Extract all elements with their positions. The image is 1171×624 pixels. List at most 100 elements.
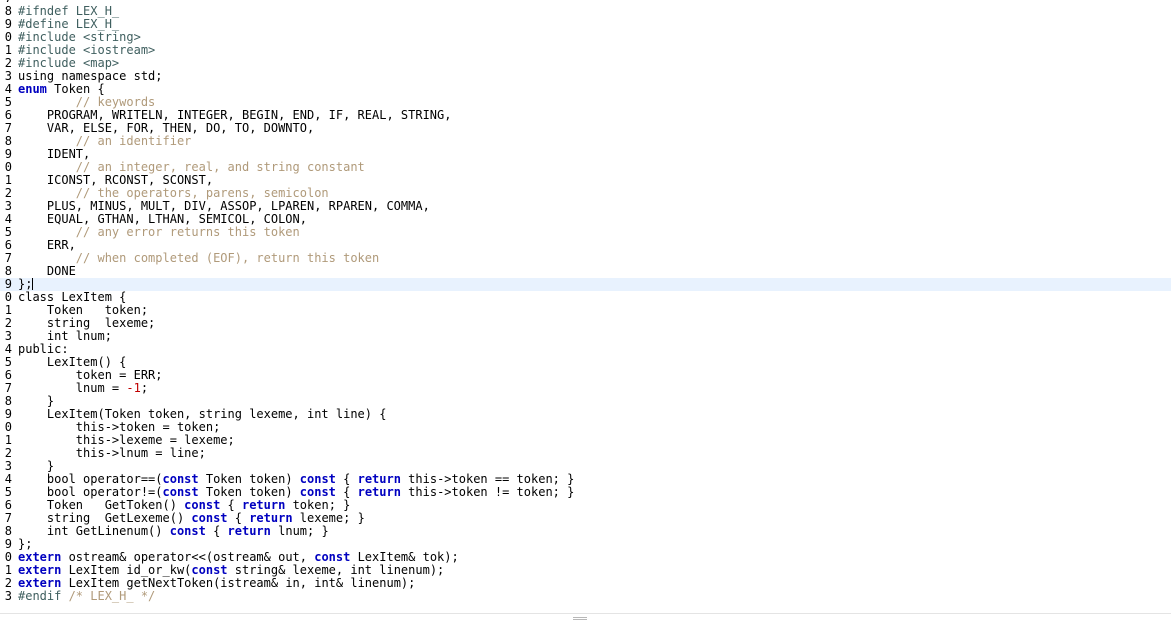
- code-line[interactable]: 5 LexItem() {: [0, 356, 1171, 369]
- preprocessor-token: #include <iostream>: [18, 43, 156, 57]
- keyword-token: return: [357, 472, 401, 486]
- keyword-token: const: [191, 563, 228, 577]
- preprocessor-token: #include <map>: [18, 56, 120, 70]
- code-line[interactable]: 0 class LexItem {: [0, 291, 1171, 304]
- comment-token: // an integer, real, and string constant: [75, 160, 365, 174]
- code-line[interactable]: 2 #include <map>: [0, 57, 1171, 70]
- code-token: bool operator==(: [18, 472, 163, 486]
- code-token: string lexeme;: [18, 316, 156, 330]
- code-token: PLUS, MINUS, MULT, DIV, ASSOP, LPAREN, R…: [18, 199, 430, 213]
- code-token: this->lexeme = lexeme;: [18, 433, 235, 447]
- line-number: 0: [4, 551, 12, 564]
- line-number: 2: [4, 447, 12, 460]
- code-line[interactable]: 2 string lexeme;: [0, 317, 1171, 330]
- code-line[interactable]: 8 // an identifier: [0, 135, 1171, 148]
- keyword-token: const: [184, 498, 221, 512]
- line-number: 4: [4, 473, 12, 486]
- code-line[interactable]: 8 int GetLinenum() const { return lnum; …: [0, 525, 1171, 538]
- keyword-token: extern: [18, 576, 62, 590]
- line-number: 5: [4, 226, 12, 239]
- comment-token: // when completed (EOF), return this tok…: [75, 251, 380, 265]
- keyword-token: const: [169, 524, 206, 538]
- code-line[interactable]: 7 lnum = -1;: [0, 382, 1171, 395]
- code-token: lnum; }: [270, 524, 329, 538]
- code-line[interactable]: 3 #endif /* LEX_H_ */: [0, 590, 1171, 603]
- code-line[interactable]: 8 DONE: [0, 265, 1171, 278]
- line-number: 1: [4, 44, 12, 57]
- code-token: this->token = token;: [18, 420, 221, 434]
- line-number: 8: [4, 395, 12, 408]
- code-line[interactable]: 3 int lnum;: [0, 330, 1171, 343]
- code-token: int lnum;: [18, 329, 112, 343]
- code-line[interactable]: 7 // when completed (EOF), return this t…: [0, 252, 1171, 265]
- preprocessor-token: #ifndef LEX_H_: [18, 4, 120, 18]
- code-token: {: [227, 511, 250, 525]
- code-editor[interactable]: 78#ifndef LEX_H_9#define LEX_H_0#include…: [0, 0, 1171, 613]
- line-number: 1: [4, 564, 12, 577]
- code-token: VAR, ELSE, FOR, THEN, DO, TO, DOWNTO,: [18, 121, 315, 135]
- code-token: using namespace std;: [18, 69, 163, 83]
- code-line[interactable]: 1 #include <iostream>: [0, 44, 1171, 57]
- line-number: 2: [4, 577, 12, 590]
- code-token: ;: [140, 381, 149, 395]
- keyword-token: return: [357, 485, 401, 499]
- code-line[interactable]: 3 using namespace std;: [0, 70, 1171, 83]
- keyword-token: return: [227, 524, 271, 538]
- code-token: int GetLinenum(): [18, 524, 170, 538]
- code-token: Token {: [46, 82, 105, 96]
- keyword-token: enum: [18, 82, 47, 96]
- pane-resize-handle[interactable]: [573, 617, 587, 620]
- line-number: 7: [4, 512, 12, 525]
- line-number: 7: [4, 252, 12, 265]
- code-token: -1: [126, 381, 141, 395]
- keyword-token: const: [162, 485, 199, 499]
- code-line[interactable]: 2 extern LexItem getNextToken(istream& in…: [0, 577, 1171, 590]
- code-token: lexeme; }: [292, 511, 365, 525]
- line-number: 1: [4, 434, 12, 447]
- code-token: {: [220, 498, 242, 512]
- code-token: LexItem& tok);: [350, 550, 459, 564]
- comment-token: // keywords: [75, 95, 156, 109]
- code-line[interactable]: 1 Token token;: [0, 304, 1171, 317]
- line-number: 5: [4, 356, 12, 369]
- code-line[interactable]: 4 enum Token {: [0, 83, 1171, 96]
- code-line[interactable]: 2 this->lnum = line;: [0, 447, 1171, 460]
- code-token: LexItem getNextToken(istream& in, int& l…: [61, 576, 416, 590]
- code-line[interactable]: 5 // any error returns this token: [0, 226, 1171, 239]
- code-token: class LexItem {: [18, 290, 127, 304]
- code-token: };: [18, 277, 33, 291]
- code-token: string GetLexeme(): [18, 511, 192, 525]
- code-line[interactable]: 8 #ifndef LEX_H_: [0, 5, 1171, 18]
- comment-token: // the operators, parens, semicolon: [75, 186, 329, 200]
- comment-token: // an identifier: [75, 134, 192, 148]
- line-number: 3: [4, 460, 12, 473]
- code-token: ERR,: [18, 238, 76, 252]
- text-caret: [32, 278, 34, 290]
- line-number: 3: [4, 590, 12, 603]
- line-number: 9: [4, 408, 12, 421]
- editor-bottom-bar: [0, 613, 1171, 624]
- line-number: 0: [4, 421, 12, 434]
- line-number: 0: [4, 291, 12, 304]
- line-number: 7: [4, 122, 12, 135]
- code-line[interactable]: 9};: [0, 278, 1171, 291]
- code-token: Token token;: [18, 303, 149, 317]
- keyword-token: const: [191, 511, 228, 525]
- code-token: }: [18, 394, 55, 408]
- code-token: Token GetToken(): [18, 498, 185, 512]
- preprocessor-token: #endif: [18, 589, 69, 603]
- code-line[interactable]: 6 token = ERR;: [0, 369, 1171, 382]
- code-token: this->token != token; }: [400, 485, 575, 499]
- line-number: 8: [4, 525, 12, 538]
- code-line[interactable]: 0 #include <string>: [0, 31, 1171, 44]
- code-line[interactable]: 4 public:: [0, 343, 1171, 356]
- code-line[interactable]: 9 #define LEX_H_: [0, 18, 1171, 31]
- line-number: 1: [4, 304, 12, 317]
- line-number: 6: [4, 239, 12, 252]
- line-number: 8: [4, 5, 12, 18]
- keyword-token: extern: [18, 550, 62, 564]
